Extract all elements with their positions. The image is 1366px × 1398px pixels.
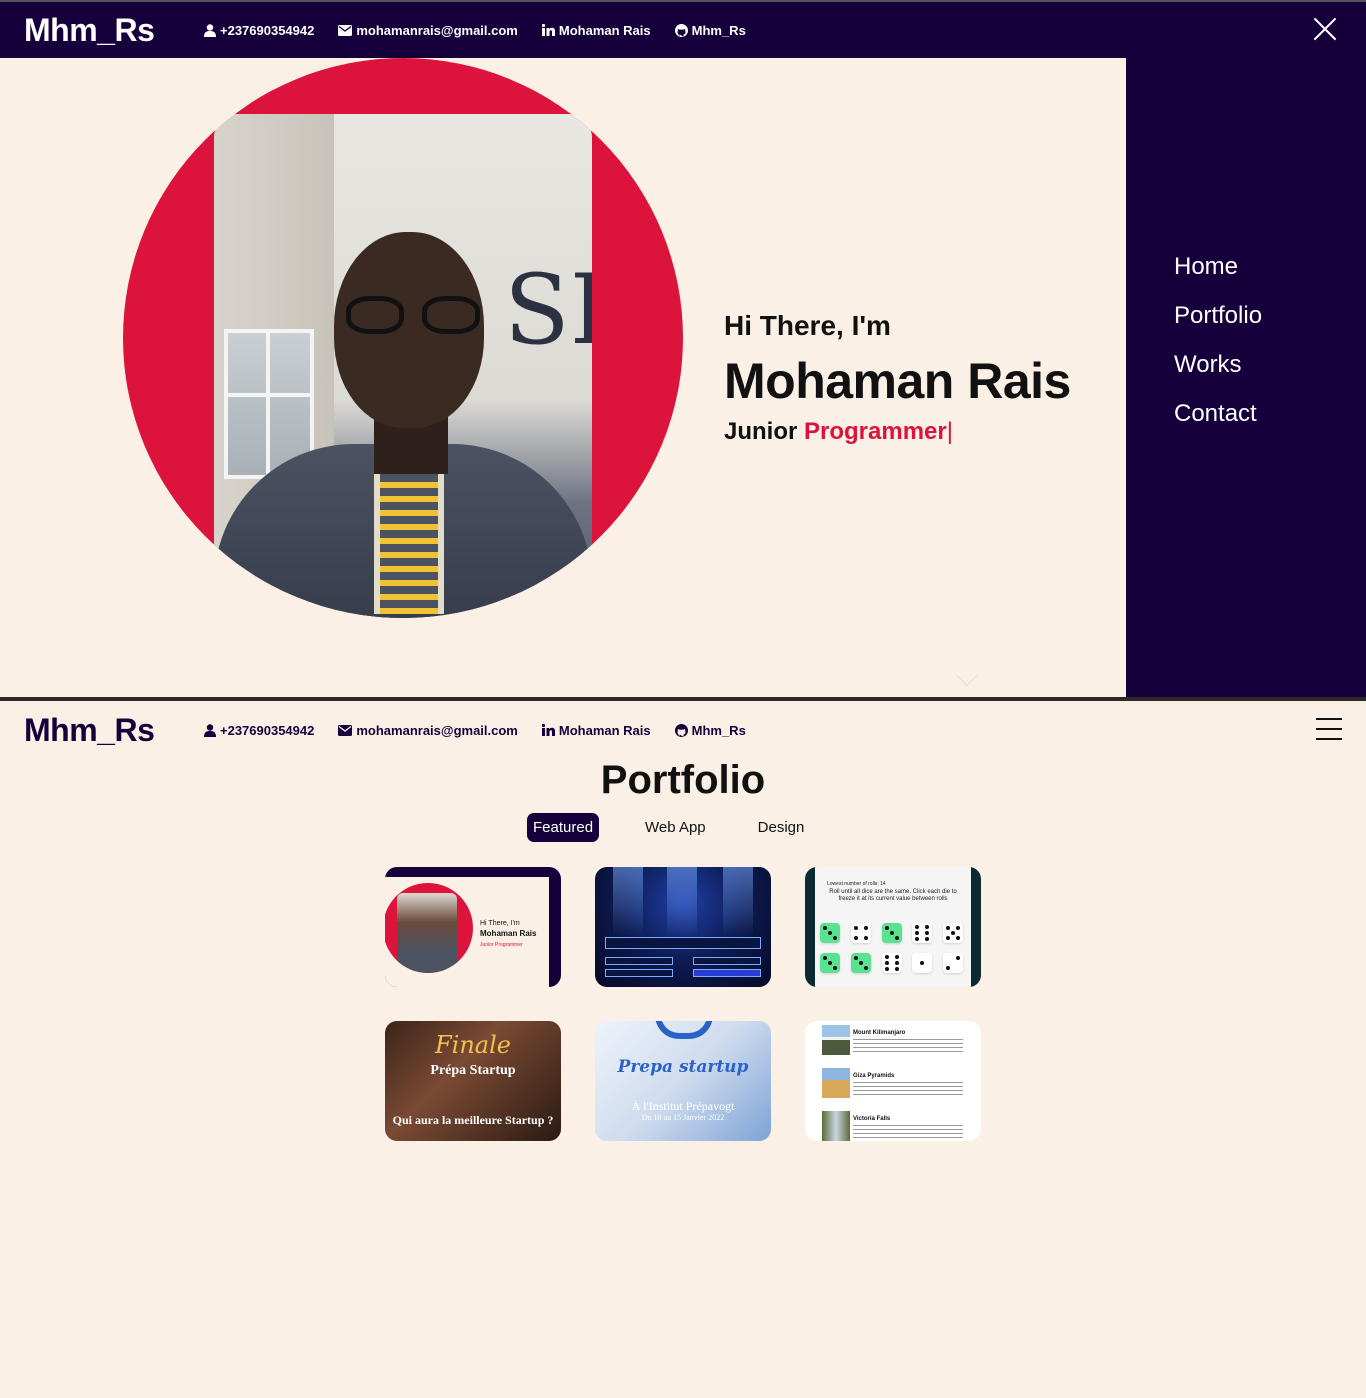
contact-email[interactable]: mohamanrais@gmail.com <box>338 23 518 38</box>
project-card-prepa-startup[interactable]: Prepa startup À l'Institut Prépavogt Du … <box>595 1021 771 1141</box>
poster-title: Finale <box>435 1031 511 1059</box>
contact-email-2[interactable]: mohamanrais@gmail.com <box>338 723 518 738</box>
scroll-down-chevron-icon[interactable] <box>956 664 978 686</box>
journal-entry: Mount Kilimanjaro <box>822 1025 972 1055</box>
hero-role-prefix: Junior <box>724 418 798 445</box>
journal-entry: Giza Pyramids <box>822 1068 972 1098</box>
hamburger-icon[interactable] <box>1316 718 1342 740</box>
contact-phone-text: +237690354942 <box>220 22 315 38</box>
poster-subtitle: Prépa Startup <box>430 1063 516 1078</box>
die <box>820 953 840 973</box>
contact-linkedin-text-2: Mohaman Rais <box>558 722 651 738</box>
contact-linkedin-2[interactable]: Mohaman Rais <box>541 722 651 738</box>
portfolio-filters: Featured Web App Design <box>527 813 810 842</box>
contact-bar: +237690354942 mohamanrais@gmail.com Moha… <box>204 23 770 38</box>
envelope-icon <box>338 24 353 36</box>
hero-photo-circle: SIC <box>123 58 683 618</box>
filter-design[interactable]: Design <box>752 813 811 842</box>
linkedin-icon <box>541 724 555 736</box>
hero-greeting: Hi There, I'm <box>724 310 891 341</box>
github-icon <box>674 23 688 37</box>
brand-logo-2[interactable]: Mhm_Rs <box>24 712 155 749</box>
contact-email-text: mohamanrais@gmail.com <box>356 22 518 38</box>
side-menu: Home Portfolio Works Contact <box>1126 58 1366 698</box>
user-icon <box>204 723 216 737</box>
die <box>882 923 902 943</box>
mini-hero-greeting: Hi There, I'm <box>480 920 520 927</box>
prepa-logo-icon <box>655 1021 713 1039</box>
hero-intro: Hi There, I'm Mohaman Rais Junior Progra… <box>724 310 1071 446</box>
contact-github-2[interactable]: Mhm_Rs <box>674 722 746 738</box>
prepa-title: Prepa startup <box>617 1057 749 1077</box>
top-navbar-light: Mhm_Rs +237690354942 mohamanrais@gmail.c… <box>0 702 1366 758</box>
hero-role-accent: Programmer <box>804 418 947 445</box>
hero-section: Mhm_Rs +237690354942 mohamanrais@gmail.c… <box>0 0 1366 698</box>
dice-rolls-text: Lowest number of rolls: 14 <box>827 881 886 887</box>
user-icon <box>204 23 216 37</box>
mini-profile-photo <box>385 883 473 973</box>
dice-instructions: Roll until all dice are the same. Click … <box>829 889 957 902</box>
side-menu-item-portfolio[interactable]: Portfolio <box>1174 301 1262 331</box>
screenshot-divider <box>0 697 1366 701</box>
envelope-icon <box>338 724 353 736</box>
typing-caret: | <box>946 418 953 445</box>
journal-thumb-image <box>822 1068 850 1098</box>
contact-phone-text-2: +237690354942 <box>220 722 315 738</box>
project-card-portfolio-site[interactable]: Hi There, I'm Mohaman Rais Junior Progra… <box>385 867 561 987</box>
project-card-travel-journal[interactable]: Mount Kilimanjaro Giza Pyramids Victoria… <box>805 1021 981 1141</box>
die <box>820 923 840 943</box>
project-card-quiz-game[interactable] <box>595 867 771 987</box>
prepa-dates: Du 10 au 15 Janvier 2022 <box>641 1113 725 1122</box>
prepa-location: À l'Institut Prépavogt <box>631 1099 735 1113</box>
mini-hero-role: Junior Programmer <box>480 942 523 948</box>
close-icon[interactable] <box>1312 16 1338 42</box>
journal-entry: Victoria Falls <box>822 1111 972 1141</box>
die <box>882 953 902 973</box>
die <box>851 953 871 973</box>
hero-role: Junior Programmer| <box>724 418 1071 446</box>
journal-thumb-image <box>822 1111 850 1141</box>
project-card-finale-poster[interactable]: Finale Prépa Startup Qui aura la meilleu… <box>385 1021 561 1141</box>
contact-github-text-2: Mhm_Rs <box>691 722 746 738</box>
contact-email-text-2: mohamanrais@gmail.com <box>356 722 518 738</box>
contact-linkedin[interactable]: Mohaman Rais <box>541 22 651 38</box>
die <box>943 953 963 973</box>
github-icon <box>674 723 688 737</box>
hero-name: Mohaman Rais <box>724 353 1071 409</box>
linkedin-icon <box>541 24 555 36</box>
side-menu-item-home[interactable]: Home <box>1174 252 1262 282</box>
die <box>943 923 963 943</box>
contact-linkedin-text: Mohaman Rais <box>558 22 651 38</box>
die <box>912 953 932 973</box>
portfolio-title: Portfolio <box>600 758 766 802</box>
side-menu-item-works[interactable]: Works <box>1174 350 1262 380</box>
poster-tagline: Qui aura la meilleure Startup ? <box>392 1113 554 1127</box>
journal-thumb-image <box>822 1025 850 1055</box>
side-menu-item-contact[interactable]: Contact <box>1174 399 1262 429</box>
filter-featured[interactable]: Featured <box>527 813 600 842</box>
mini-hero-text: Hi There, I'm Mohaman Rais Junior Progra… <box>480 919 536 950</box>
contact-github-text: Mhm_Rs <box>691 22 746 38</box>
profile-photo: SIC <box>214 114 592 618</box>
die <box>912 923 932 943</box>
top-navbar: Mhm_Rs +237690354942 mohamanrais@gmail.c… <box>0 2 1366 58</box>
die <box>851 923 871 943</box>
contact-github[interactable]: Mhm_Rs <box>674 22 746 38</box>
contact-phone[interactable]: +237690354942 <box>204 23 314 38</box>
contact-phone-2[interactable]: +237690354942 <box>204 723 314 738</box>
project-card-dice-game[interactable]: Lowest number of rolls: 14 Roll until al… <box>805 867 981 987</box>
question-bar <box>605 937 761 949</box>
journal-entry-title: Mount Kilimanjaro <box>853 1030 906 1036</box>
journal-entry-title: Victoria Falls <box>853 1116 891 1122</box>
filter-web-app[interactable]: Web App <box>639 813 712 842</box>
journal-entry-title: Giza Pyramids <box>853 1073 895 1079</box>
brand-logo[interactable]: Mhm_Rs <box>24 12 155 49</box>
mini-hero-name: Mohaman Rais <box>480 929 537 938</box>
contact-bar-2: +237690354942 mohamanrais@gmail.com Moha… <box>204 723 770 738</box>
